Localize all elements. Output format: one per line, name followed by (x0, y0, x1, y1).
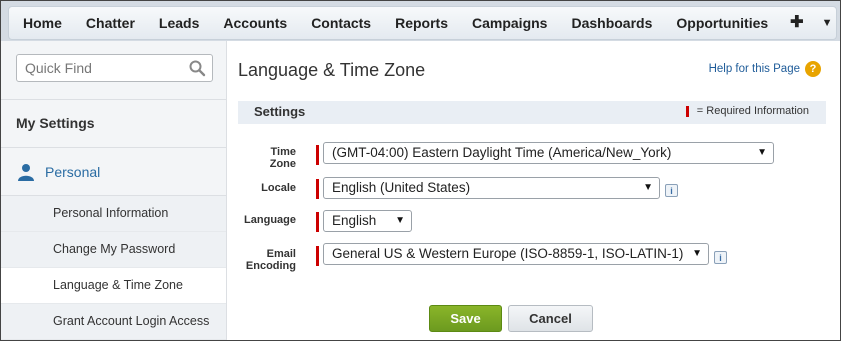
plus-icon[interactable]: ✚ (780, 7, 813, 39)
required-marker (316, 145, 319, 165)
sidebar-item-change-password[interactable]: Change My Password (1, 232, 226, 268)
settings-title: Settings (254, 104, 306, 119)
quick-find-area (1, 41, 226, 100)
language-select[interactable]: English ▼ (323, 210, 412, 232)
page-title: Language & Time Zone (238, 60, 426, 80)
tab-chatter[interactable]: Chatter (74, 7, 147, 39)
tab-bar: Home Chatter Leads Accounts Contacts Rep… (8, 6, 837, 40)
chevron-down-icon: ▼ (757, 147, 767, 158)
sidebar-item-grant-login-access[interactable]: Grant Account Login Access (1, 304, 226, 340)
locale-value: English (United States) (332, 180, 471, 195)
info-icon[interactable]: i (665, 184, 678, 197)
tab-leads[interactable]: Leads (147, 7, 211, 39)
caret-down-icon[interactable]: ▼ (814, 7, 840, 39)
locale-select[interactable]: English (United States) ▼ (323, 177, 660, 199)
info-icon[interactable]: i (714, 251, 727, 264)
help-link[interactable]: Help for this Page ? (709, 61, 821, 77)
locale-label: Locale (261, 182, 296, 194)
timezone-label: Time Zone (230, 146, 296, 170)
encoding-label: Email Encoding (230, 248, 296, 272)
tab-opportunities[interactable]: Opportunities (664, 7, 780, 39)
main-content: Language & Time Zone Help for this Page … (227, 41, 840, 340)
timezone-label-line1: Time (270, 146, 296, 158)
language-value: English (332, 213, 377, 228)
required-marker (685, 105, 689, 117)
required-marker (316, 246, 319, 266)
top-navigation: Home Chatter Leads Accounts Contacts Rep… (1, 1, 840, 41)
quick-find-box (16, 54, 213, 82)
sidebar-section-label: Personal (45, 163, 101, 180)
required-marker (316, 212, 319, 232)
timezone-select[interactable]: (GMT-04:00) Eastern Daylight Time (Ameri… (323, 142, 774, 164)
quick-find-input[interactable] (17, 55, 185, 81)
encoding-label-line1: Email (266, 248, 296, 260)
help-icon[interactable]: ? (805, 61, 821, 77)
encoding-label-line2: Encoding (245, 260, 296, 272)
cancel-button[interactable]: Cancel (508, 305, 593, 332)
required-legend: = Required Information (685, 105, 809, 117)
tab-dashboards[interactable]: Dashboards (559, 7, 664, 39)
app-window: Home Chatter Leads Accounts Contacts Rep… (0, 0, 841, 341)
required-legend-text: = Required Information (696, 105, 809, 117)
sidebar-section-personal[interactable]: Personal (1, 148, 226, 196)
settings-section-header: Settings = Required Information (238, 101, 826, 124)
sidebar-item-language-time-zone[interactable]: Language & Time Zone (1, 268, 226, 304)
chevron-down-icon: ▼ (643, 182, 653, 193)
tab-home[interactable]: Home (9, 7, 74, 39)
language-label: Language (244, 214, 296, 226)
tab-reports[interactable]: Reports (383, 7, 460, 39)
sidebar: My Settings Personal Personal Informatio… (1, 41, 227, 340)
tab-contacts[interactable]: Contacts (299, 7, 383, 39)
person-icon (18, 163, 34, 181)
search-icon[interactable] (188, 59, 206, 77)
tab-accounts[interactable]: Accounts (211, 7, 299, 39)
save-button[interactable]: Save (429, 305, 502, 332)
chevron-down-icon: ▼ (395, 215, 405, 226)
required-marker (316, 179, 319, 199)
encoding-value: General US & Western Europe (ISO-8859-1,… (332, 246, 684, 261)
tab-campaigns[interactable]: Campaigns (460, 7, 559, 39)
timezone-label-line2: Zone (269, 158, 296, 170)
chevron-down-icon: ▼ (692, 248, 702, 259)
sidebar-item-personal-information[interactable]: Personal Information (1, 196, 226, 232)
help-link-label: Help for this Page (708, 63, 800, 75)
encoding-select[interactable]: General US & Western Europe (ISO-8859-1,… (323, 243, 709, 265)
my-settings-heading: My Settings (1, 100, 226, 148)
timezone-value: (GMT-04:00) Eastern Daylight Time (Ameri… (332, 145, 672, 160)
